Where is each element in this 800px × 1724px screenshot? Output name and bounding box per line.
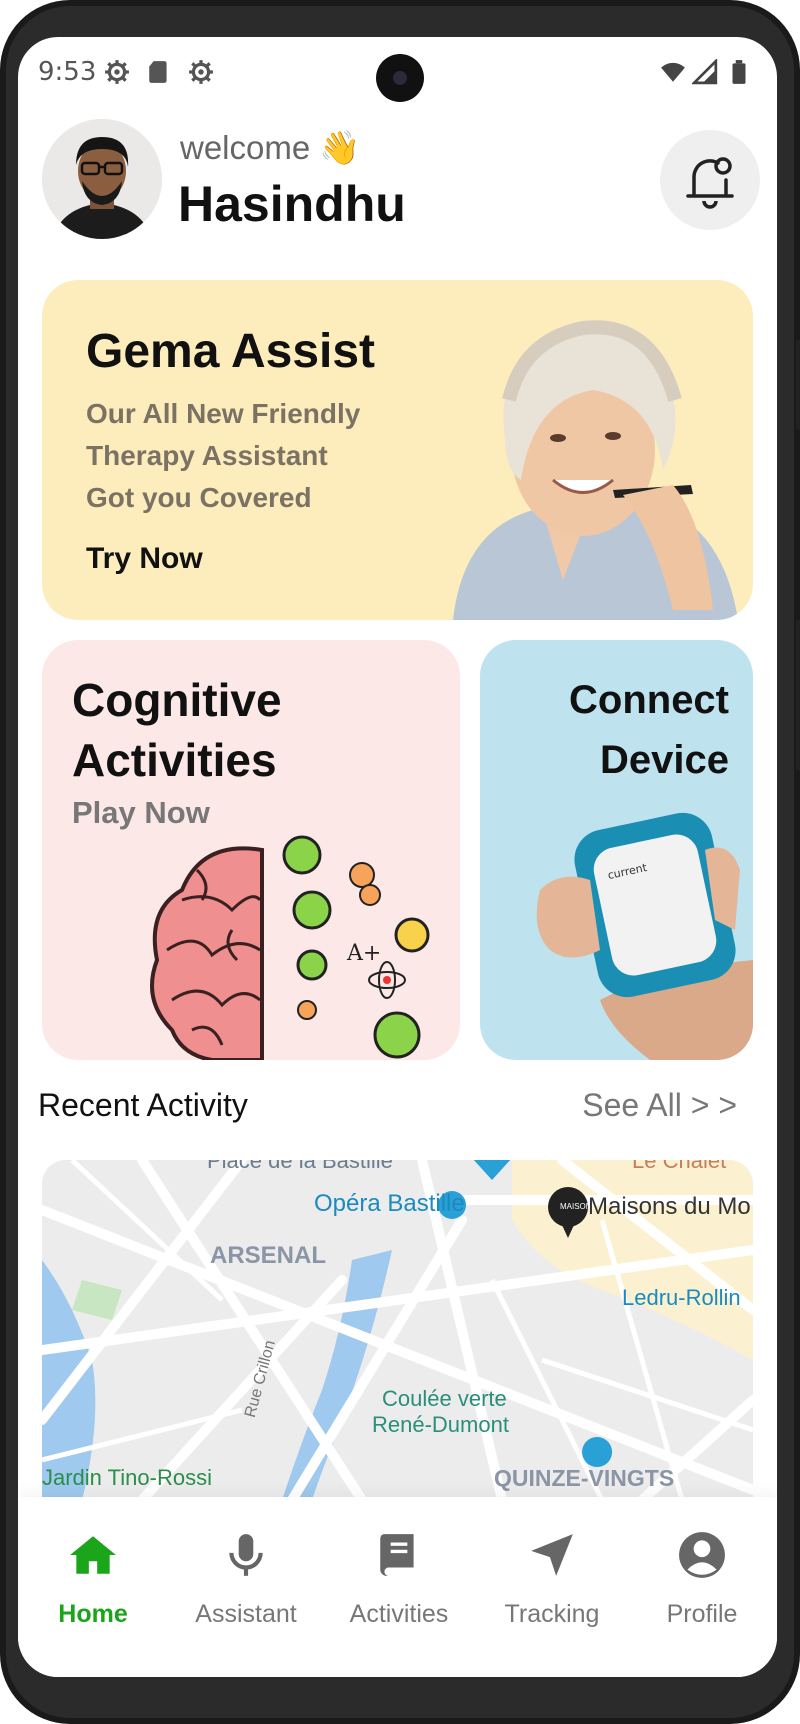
map-label-jardin-tino-rossi: Jardin Tino-Rossi — [42, 1465, 212, 1490]
brain-illustration: A+ — [150, 835, 430, 1060]
cognitive-activities-card[interactable]: Cognitive Activities Play Now A+ — [42, 640, 460, 1060]
microphone-icon — [229, 1534, 263, 1576]
cognitive-activities-title: Cognitive Activities — [72, 670, 282, 790]
connect-title-line-2: Device — [600, 738, 729, 782]
nav-assistant-label: Assistant — [195, 1600, 297, 1628]
nav-profile[interactable]: Profile — [627, 1497, 777, 1647]
power-button — [796, 620, 800, 770]
nav-home[interactable]: Home — [18, 1497, 168, 1647]
bell-icon — [686, 157, 734, 209]
battery-icon — [732, 60, 746, 84]
nav-profile-label: Profile — [666, 1600, 738, 1628]
screen: 9:53 welcome 👋 Hasindhu Gema Assist Our … — [18, 37, 777, 1677]
gema-assist-title: Gema Assist — [86, 325, 376, 378]
navigation-arrow-icon — [531, 1534, 573, 1576]
gema-assist-line-3: Got you Covered — [86, 482, 312, 513]
map-label-ledru-rollin: Ledru-Rollin — [622, 1285, 741, 1310]
therapy-device-image: current — [536, 812, 753, 1060]
book-icon — [380, 1534, 414, 1576]
sd-card-icon — [149, 61, 167, 83]
nav-activities[interactable]: Activities — [324, 1497, 474, 1647]
svg-text:A+: A+ — [346, 941, 381, 966]
connect-device-card[interactable]: Connect Device current — [480, 640, 753, 1060]
map-label-arsenal: ARSENAL — [210, 1242, 327, 1269]
see-all-link[interactable]: See All > > — [582, 1087, 737, 1124]
settings-icon-2 — [189, 60, 213, 84]
map-label-quinze-vingts: QUINZE-VINGTS — [494, 1465, 675, 1491]
nav-home-label: Home — [58, 1600, 128, 1628]
status-time: 9:53 — [38, 57, 97, 87]
nav-activities-label: Activities — [349, 1600, 449, 1628]
avatar[interactable] — [42, 119, 162, 239]
map-label-place-bastille: Place de la Bastille — [207, 1160, 393, 1173]
wifi-icon — [661, 62, 685, 82]
settings-icon — [105, 60, 129, 84]
map-label-opera-bastille: Opéra Bastille — [314, 1190, 465, 1217]
map-label-rene-dumont: René-Dumont — [372, 1412, 509, 1437]
connect-title-line-1: Connect — [569, 678, 729, 722]
bottom-navigation: Home Assistant Activities Tracking Profi… — [18, 1497, 777, 1677]
nav-tracking-label: Tracking — [504, 1600, 600, 1628]
play-now-button[interactable]: Play Now — [72, 795, 210, 831]
signal-icon — [692, 59, 718, 85]
nav-assistant[interactable]: Assistant — [171, 1497, 321, 1647]
map-label-le-chalet: Le Chalet — [632, 1160, 727, 1173]
home-icon — [70, 1536, 116, 1574]
user-circle-icon — [679, 1532, 725, 1578]
username: Hasindhu — [178, 176, 406, 232]
phone-frame: 9:53 welcome 👋 Hasindhu Gema Assist Our … — [0, 0, 800, 1724]
gema-assist-line-2: Therapy Assistant — [86, 440, 328, 471]
map-label-maisons: Maisons du Mo — [588, 1193, 751, 1220]
woman-on-phone-image — [453, 320, 738, 620]
volume-button — [796, 340, 800, 430]
cognitive-title-line-1: Cognitive — [72, 674, 282, 726]
front-camera — [376, 54, 424, 102]
recent-activity-title: Recent Activity — [38, 1087, 248, 1123]
status-bar: 9:53 — [18, 37, 777, 117]
gema-assist-card[interactable]: Gema Assist Our All New Friendly Therapy… — [42, 280, 753, 620]
gema-assist-line-1: Our All New Friendly — [86, 398, 361, 429]
map-label-coulee-verte: Coulée verte — [382, 1386, 507, 1411]
notification-button[interactable] — [660, 130, 760, 230]
cognitive-title-line-2: Activities — [72, 734, 277, 786]
nav-tracking[interactable]: Tracking — [477, 1497, 627, 1647]
welcome-text: welcome 👋 — [180, 129, 361, 166]
connect-device-title: Connect Device — [569, 670, 729, 790]
try-now-button[interactable]: Try Now — [86, 542, 203, 576]
recent-activity-map[interactable]: Place de la Bastille Le Chalet Opéra Bas… — [42, 1160, 753, 1500]
